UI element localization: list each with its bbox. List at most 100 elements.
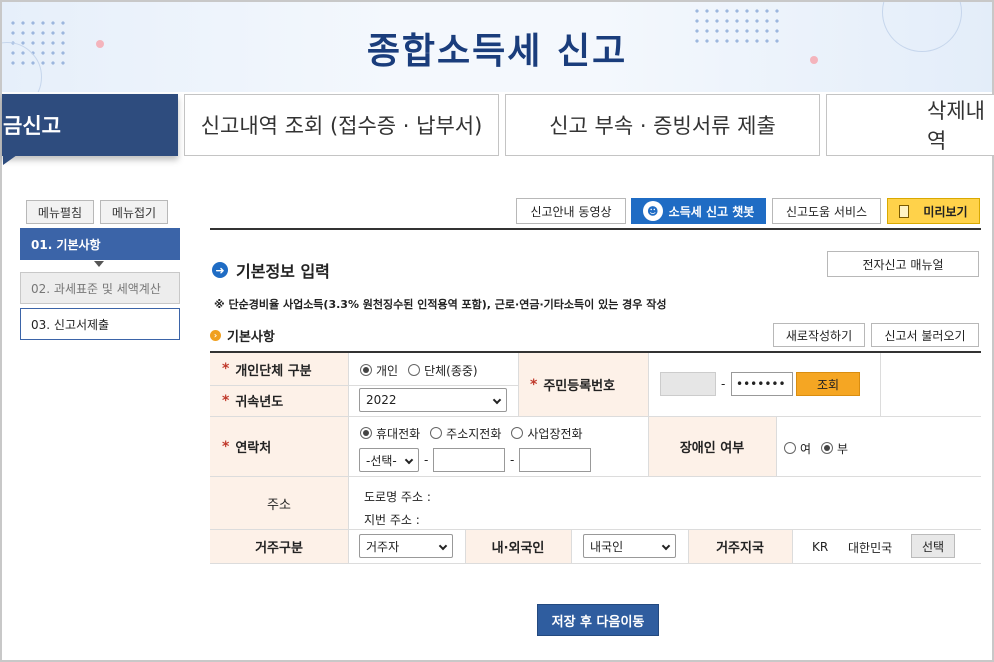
resident-query-button[interactable]: 조회 (796, 372, 860, 396)
preview-button[interactable]: 미리보기 (887, 198, 980, 224)
header-banner: 종합소득세 신고 (2, 2, 992, 92)
grid-line (210, 563, 981, 564)
entity-type-label: * 개인단체 구분 (210, 353, 348, 385)
resident-no-front-input[interactable] (660, 372, 716, 396)
grid-line (776, 417, 777, 476)
grid-line (880, 353, 881, 416)
load-form-button[interactable]: 신고서 불러오기 (871, 323, 979, 347)
country-label: 거주지국 (688, 530, 792, 563)
grid-line (571, 530, 572, 563)
chevron-right-icon: › (210, 330, 221, 341)
subsection-title: › 기본사항 (210, 326, 275, 345)
chevron-down-icon (492, 395, 502, 405)
phone-prefix-value: -선택- (366, 453, 397, 468)
grid-line (210, 385, 518, 386)
resident-no-label: * 주민등록번호 (518, 353, 648, 416)
radio-business-phone[interactable] (511, 427, 524, 439)
radio-individual[interactable] (360, 364, 372, 376)
road-address: 도로명 주소 : (364, 490, 431, 504)
resident-no-label-text: 주민등록번호 (543, 379, 616, 394)
chatbot-button[interactable]: ☻ 소득세 신고 챗봇 (631, 198, 766, 224)
page-title: 종합소득세 신고 (366, 31, 628, 72)
tab-deleted[interactable]: 삭제내역 (826, 94, 994, 156)
nationality-select[interactable]: 내국인 (583, 534, 676, 558)
lot-address: 지번 주소 : (364, 513, 420, 527)
chevron-down-icon (438, 541, 448, 551)
radio-group[interactable] (408, 364, 421, 376)
e-filing-manual-button[interactable]: 전자신고 매뉴얼 (827, 251, 979, 277)
menu-expand-button[interactable]: 메뉴펼침 (26, 200, 94, 224)
required-mark: * (222, 392, 230, 409)
contact-label: * 연락처 (210, 417, 348, 476)
tab-label: 신고내역 조회 (접수증 · 납부서) (200, 114, 483, 138)
phone-prefix-select[interactable]: -선택- (359, 448, 419, 472)
required-mark: * (222, 438, 230, 455)
grid-line (465, 530, 466, 563)
tab-file-return[interactable]: 금신고 (2, 94, 178, 165)
required-mark: * (530, 376, 538, 393)
radio-mobile[interactable] (360, 427, 372, 439)
step-caret-icon (94, 261, 104, 267)
save-next-button[interactable]: 저장 후 다음이동 (537, 604, 659, 636)
contact-type-options: 휴대전화 주소지전화 사업장전화 (360, 423, 593, 443)
radio-disabled-no[interactable] (821, 442, 834, 454)
entity-type-label-text: 개인단체 구분 (235, 363, 312, 379)
radio-disabled-yes-label: 여 (800, 441, 812, 456)
step-basic-info[interactable]: 01. 기본사항 (20, 228, 180, 260)
phone-middle-input[interactable] (433, 448, 505, 472)
step-tax-calc[interactable]: 02. 과세표준 및 세액계산 (20, 272, 180, 304)
tab-history[interactable]: 신고내역 조회 (접수증 · 납부서) (184, 94, 499, 156)
step-submit[interactable]: 03. 신고서제출 (20, 308, 180, 340)
subsection-title-text: 기본사항 (227, 330, 275, 345)
country-name: 대한민국 (848, 540, 893, 555)
tab-attachments[interactable]: 신고 부속 · 증빙서류 제출 (505, 94, 820, 156)
grid-line (210, 529, 981, 530)
chatbot-mascot-icon: ☻ (642, 201, 663, 221)
section-title: ➜ 기본정보 입력 (212, 258, 330, 282)
radio-disabled-yes[interactable] (784, 442, 796, 454)
radio-disabled-no-label: 부 (837, 441, 849, 456)
resident-no-back-input[interactable]: ••••••• (731, 372, 793, 396)
chevron-down-icon (661, 541, 671, 551)
new-form-button[interactable]: 새로작성하기 (773, 323, 865, 347)
radio-business-phone-label: 사업장전화 (527, 426, 583, 441)
radio-mobile-label: 휴대전화 (376, 426, 421, 441)
residence-label: 거주구분 (210, 530, 348, 563)
menu-collapse-button[interactable]: 메뉴접기 (100, 200, 168, 224)
tab-fold-shadow (3, 155, 17, 165)
grid-line (648, 353, 649, 476)
grid-line (210, 476, 981, 477)
radio-home-phone[interactable] (430, 427, 443, 439)
preview-label: 미리보기 (923, 204, 968, 219)
tab-label: 삭제내역 (927, 99, 985, 153)
tab-label: 금신고 (3, 114, 61, 138)
grid-line (792, 530, 793, 563)
required-mark: * (222, 361, 230, 377)
notice-text: ※ 단순경비율 사업소득(3.3% 원천징수된 인적용역 포함), 근로·연금·… (214, 298, 667, 311)
nationality-label: 내·외국인 (465, 530, 571, 563)
grid-line (688, 530, 689, 563)
phone-last-input[interactable] (519, 448, 591, 472)
guide-video-button[interactable]: 신고안내 동영상 (516, 198, 626, 224)
section-title-text: 기본정보 입력 (236, 262, 330, 281)
residence-select[interactable]: 거주자 (359, 534, 453, 558)
country-select-button[interactable]: 선택 (911, 534, 955, 558)
year-select[interactable]: 2022 (359, 388, 507, 412)
disabled-label: 장애인 여부 (648, 417, 776, 476)
document-icon (899, 204, 910, 218)
chatbot-label: 소득세 신고 챗봇 (668, 204, 755, 219)
arrow-right-icon: ➜ (212, 262, 228, 278)
country-code: KR (812, 540, 829, 554)
year-value: 2022 (366, 393, 397, 407)
main-tabs: 금신고 신고내역 조회 (접수증 · 납부서) 신고 부속 · 증빙서류 제출 … (2, 94, 994, 165)
grid-line (348, 353, 349, 563)
help-service-button[interactable]: 신고도움 서비스 (772, 198, 881, 224)
toolbar-divider (210, 228, 981, 230)
year-label-text: 귀속년도 (235, 395, 284, 410)
phone-dash: - (424, 453, 429, 467)
residence-value: 거주자 (366, 539, 400, 554)
resident-no-dash: - (721, 377, 726, 391)
contact-label-text: 연락처 (235, 441, 272, 456)
radio-group-label: 단체(종중) (424, 363, 478, 378)
nationality-value: 내국인 (590, 539, 624, 554)
